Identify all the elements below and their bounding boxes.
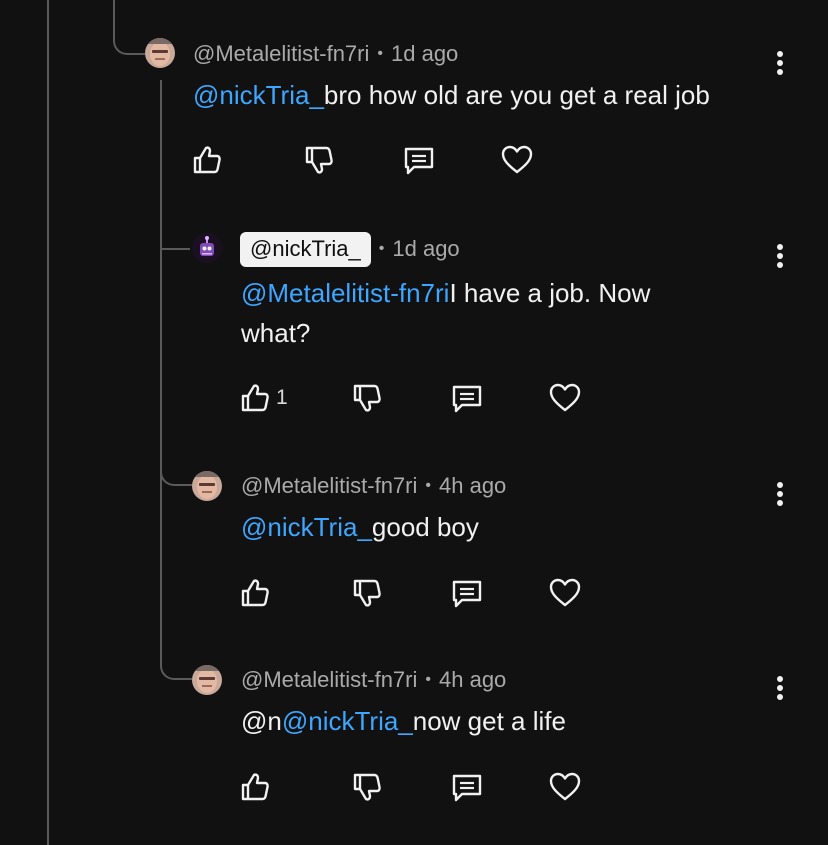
user-avatar[interactable] — [192, 471, 222, 501]
user-avatar[interactable] — [192, 665, 222, 695]
comment-author[interactable]: @Metalelitist-fn7ri — [193, 41, 369, 67]
reply-bubble-icon — [452, 774, 482, 802]
like-button[interactable]: 1 — [238, 378, 288, 418]
reply-button[interactable] — [450, 573, 484, 613]
heart-button[interactable] — [548, 573, 582, 613]
comment-actions — [190, 140, 550, 180]
heart-icon — [501, 145, 533, 174]
like-button[interactable] — [238, 767, 276, 807]
dislike-button[interactable] — [350, 378, 384, 418]
mention-link[interactable]: @nickTria_ — [241, 512, 372, 542]
thread-line-outer — [47, 0, 49, 845]
more-actions-button[interactable] — [770, 479, 790, 509]
comment-actions — [238, 767, 598, 807]
comment-text: @n@nickTria_now get a life — [241, 701, 566, 741]
thumbs-up-icon — [193, 146, 221, 174]
comment-time[interactable]: 4h ago — [439, 667, 506, 693]
more-actions-button[interactable] — [770, 48, 790, 78]
comment-text: @nickTria_good boy — [241, 507, 479, 547]
comment-text: @nickTria_bro how old are you get a real… — [193, 75, 710, 115]
thread-branch-2 — [160, 228, 190, 250]
heart-button[interactable] — [548, 378, 582, 418]
user-avatar[interactable] — [192, 233, 222, 263]
comment-meta: @nickTria_ • 1d ago — [240, 231, 460, 267]
heart-button[interactable] — [548, 767, 582, 807]
thumbs-down-icon — [305, 146, 333, 174]
comment-meta: @Metalelitist-fn7ri • 4h ago — [241, 470, 506, 502]
heart-icon — [549, 772, 581, 801]
reply-button[interactable] — [450, 378, 484, 418]
thumbs-down-icon — [353, 773, 381, 801]
comment-author[interactable]: @Metalelitist-fn7ri — [241, 667, 417, 693]
thumbs-down-icon — [353, 579, 381, 607]
more-vertical-icon — [777, 482, 783, 506]
reply-bubble-icon — [452, 580, 482, 608]
mention-link[interactable]: @Metalelitist-fn7ri — [241, 278, 449, 308]
channel-owner-badge[interactable]: @nickTria_ — [240, 231, 371, 267]
comment-author[interactable]: @Metalelitist-fn7ri — [241, 473, 417, 499]
dislike-button[interactable] — [350, 767, 384, 807]
like-button[interactable] — [238, 573, 276, 613]
like-button[interactable] — [190, 140, 228, 180]
thumbs-down-icon — [353, 384, 381, 412]
comment-body: bro how old are you get a real job — [323, 80, 710, 110]
dislike-button[interactable] — [302, 140, 336, 180]
thumbs-up-icon — [241, 773, 269, 801]
thread-branch-1 — [113, 0, 145, 55]
mention-link[interactable]: @nickTria_ — [193, 80, 324, 110]
like-count: 1 — [276, 386, 288, 409]
comment-body: now get a life — [412, 706, 566, 736]
comment-thread: @Metalelitist-fn7ri • 1d ago @nickTria_b… — [0, 0, 828, 845]
thumbs-up-icon — [241, 579, 269, 607]
photo-face-avatar-icon — [192, 471, 222, 501]
meta-separator: • — [425, 671, 431, 688]
comment-body: good boy — [371, 512, 479, 542]
reply-bubble-icon — [404, 147, 434, 175]
reply-button[interactable] — [402, 140, 436, 180]
robot-avatar-icon — [192, 233, 222, 263]
more-actions-button[interactable] — [770, 673, 790, 703]
comment-actions — [238, 573, 598, 613]
thread-branch-4 — [160, 630, 192, 680]
thumbs-up-icon — [241, 384, 269, 412]
more-vertical-icon — [777, 51, 783, 75]
user-avatar[interactable] — [145, 38, 175, 68]
heart-icon — [549, 383, 581, 412]
more-actions-button[interactable] — [770, 241, 790, 271]
comment-line: what? — [241, 318, 311, 348]
photo-face-avatar-icon — [192, 665, 222, 695]
comment-meta: @Metalelitist-fn7ri • 1d ago — [193, 38, 458, 70]
meta-separator: • — [378, 240, 385, 257]
reply-bubble-icon — [452, 385, 482, 413]
thread-line-inner — [160, 80, 162, 650]
comment-text: @Metalelitist-fn7riI have a job. Now wha… — [241, 273, 721, 353]
photo-face-avatar-icon — [145, 38, 175, 68]
meta-separator: • — [425, 477, 431, 494]
heart-icon — [549, 578, 581, 607]
comment-meta: @Metalelitist-fn7ri • 4h ago — [241, 664, 506, 696]
comment-prefix: @n — [241, 706, 282, 736]
comment-actions: 1 — [238, 378, 598, 418]
thread-branch-3 — [160, 440, 192, 486]
comment-line: @Metalelitist-fn7riI have a job. Now — [241, 273, 721, 313]
comment-time[interactable]: 4h ago — [439, 473, 506, 499]
dislike-button[interactable] — [350, 573, 384, 613]
heart-button[interactable] — [500, 140, 534, 180]
mention-link[interactable]: @nickTria_ — [282, 706, 413, 736]
meta-separator: • — [377, 45, 383, 62]
more-vertical-icon — [777, 244, 783, 268]
comment-time[interactable]: 1d ago — [391, 41, 458, 67]
comment-body: I have a job. Now — [449, 278, 651, 308]
reply-button[interactable] — [450, 767, 484, 807]
comment-time[interactable]: 1d ago — [392, 236, 459, 262]
more-vertical-icon — [777, 676, 783, 700]
